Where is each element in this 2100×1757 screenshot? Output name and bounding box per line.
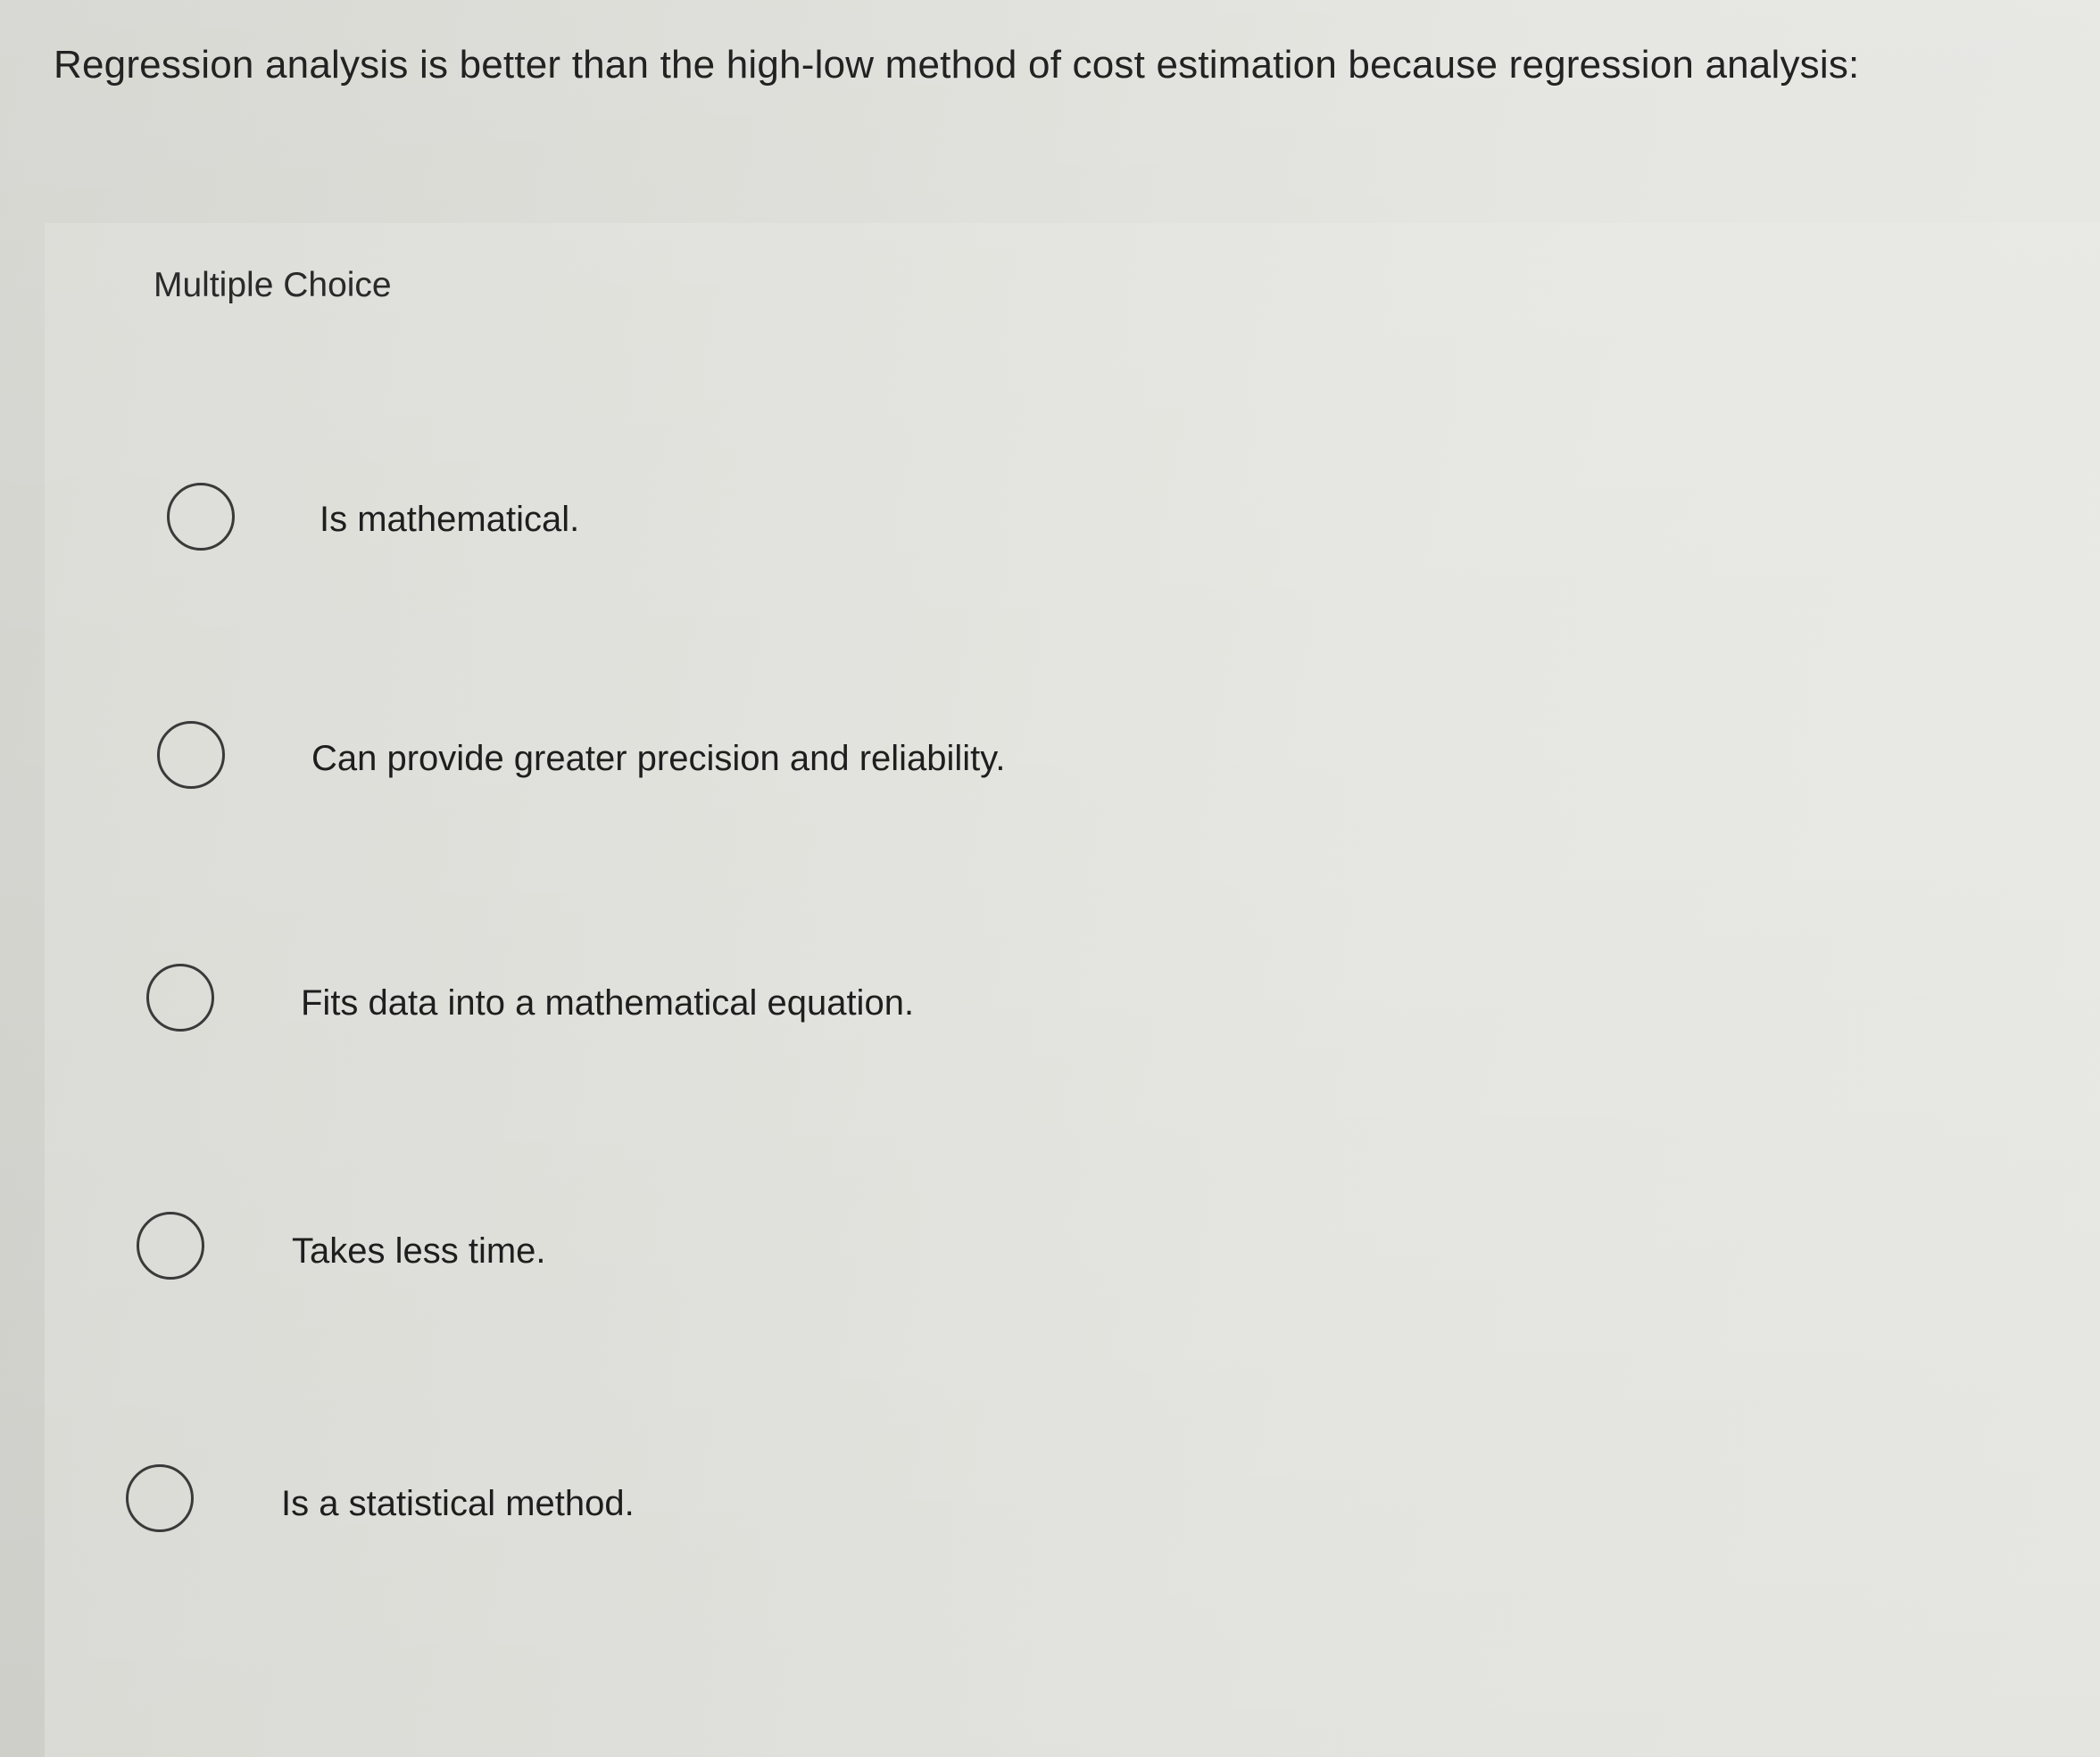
radio-button-icon[interactable] (126, 1464, 194, 1532)
answer-option-4[interactable]: Takes less time. (62, 1176, 2062, 1333)
answer-option-label: Is mathematical. (320, 500, 580, 539)
answer-option-1[interactable]: Is mathematical. (62, 446, 2062, 603)
radio-button-icon[interactable] (137, 1212, 204, 1280)
question-type-label: Multiple Choice (154, 266, 392, 304)
radio-button-icon[interactable] (146, 964, 214, 1032)
answer-option-3[interactable]: Fits data into a mathematical equation. (62, 928, 2062, 1085)
answer-option-2[interactable]: Can provide greater precision and reliab… (62, 685, 2062, 842)
answer-option-label: Fits data into a mathematical equation. (301, 983, 915, 1023)
radio-button-icon[interactable] (167, 483, 235, 551)
answer-option-label: Takes less time. (292, 1231, 546, 1271)
answer-option-label: Can provide greater precision and reliab… (311, 739, 1006, 778)
answer-option-label: Is a statistical method. (281, 1484, 635, 1523)
answer-option-5[interactable]: Is a statistical method. (62, 1428, 2062, 1585)
radio-button-icon[interactable] (157, 721, 225, 789)
question-text: Regression analysis is better than the h… (54, 43, 1860, 87)
